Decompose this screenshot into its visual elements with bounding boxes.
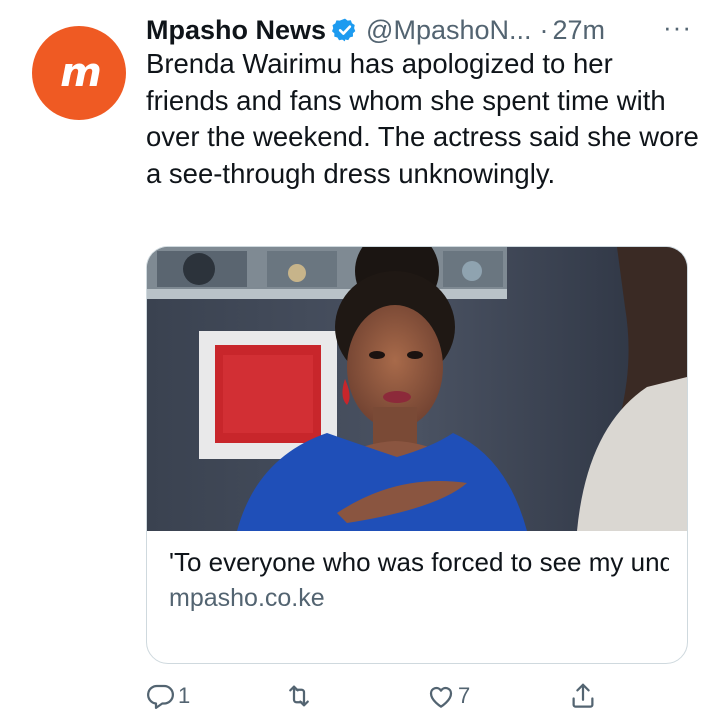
retweet-icon (289, 685, 309, 707)
user-handle[interactable]: @MpashoN... (366, 15, 531, 46)
action-bar: 1 7 (146, 676, 616, 716)
timestamp[interactable]: 27m (553, 15, 606, 46)
card-title[interactable]: 'To everyone who was forced to see my un… (169, 545, 669, 579)
reply-icon (147, 684, 174, 709)
separator-dot: · (539, 14, 549, 45)
tweet-header: Mpasho News @MpashoN... · 27m ··· (146, 12, 706, 48)
share-icon (572, 683, 594, 708)
reply-button[interactable]: 1 (146, 676, 190, 716)
like-button[interactable]: 7 (426, 676, 470, 716)
more-options-icon[interactable]: ··· (663, 12, 692, 43)
mpasho-logo-icon: m (60, 50, 102, 96)
share-button[interactable] (568, 676, 598, 716)
link-card[interactable]: 'To everyone who was forced to see my un… (146, 246, 688, 664)
card-image (147, 247, 687, 531)
reply-count: 1 (178, 683, 191, 708)
heart-icon (429, 686, 453, 708)
retweet-button[interactable] (284, 676, 316, 716)
tweet-text: Brenda Wairimu has apologized to her fri… (146, 48, 699, 189)
card-body: 'To everyone who was forced to see my un… (169, 545, 669, 615)
like-count: 7 (458, 683, 471, 708)
verified-badge-icon (332, 18, 356, 42)
display-name[interactable]: Mpasho News (146, 15, 326, 46)
avatar[interactable]: m (32, 26, 126, 120)
card-domain[interactable]: mpasho.co.ke (169, 581, 669, 615)
